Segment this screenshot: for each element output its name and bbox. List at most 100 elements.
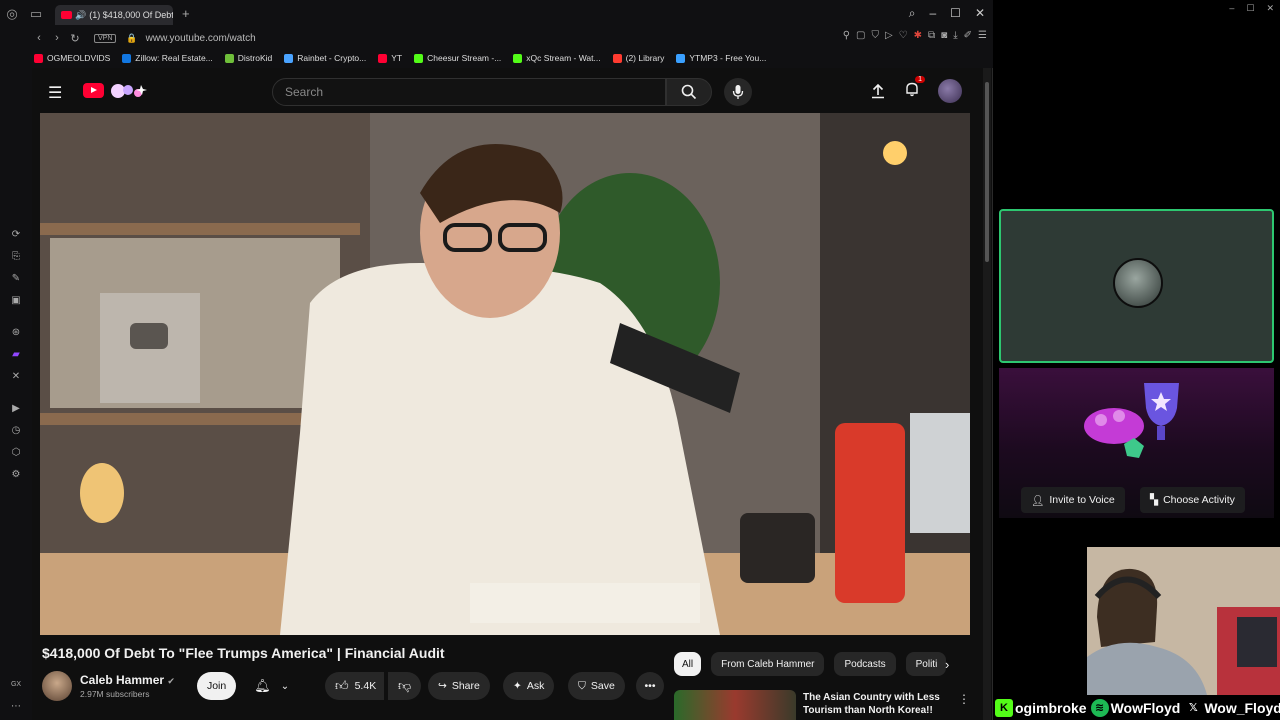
- clock-icon[interactable]: ◷: [9, 424, 23, 438]
- voice-participant-tile[interactable]: [999, 209, 1274, 363]
- x-logo-icon: 𝕏: [1184, 698, 1203, 717]
- bookmark-item[interactable]: YTMP3 - Free You...: [676, 53, 766, 63]
- voice-search-button[interactable]: [724, 78, 752, 106]
- upload-icon[interactable]: [870, 83, 886, 99]
- search-tabs-icon[interactable]: ⌕: [909, 6, 916, 21]
- extensions-icon[interactable]: ⬡: [9, 446, 23, 460]
- twitch-icon[interactable]: ▰: [9, 348, 23, 362]
- url-field[interactable]: www.youtube.com/watch: [146, 33, 256, 44]
- bookmark-favicon-icon: [414, 53, 424, 63]
- bookmark-label: OGMEOLDVIDS: [47, 53, 111, 63]
- related-chips: All From Caleb Hammer Podcasts Politi: [674, 652, 946, 676]
- page-scrollbar[interactable]: [983, 68, 991, 720]
- chatgpt-icon[interactable]: ⊛: [9, 326, 23, 340]
- dislike-button[interactable]: 👎︎: [388, 672, 422, 700]
- ai-icon[interactable]: ✐: [964, 30, 972, 41]
- pin-icon[interactable]: ⚲: [843, 30, 850, 41]
- tab-title: (1) $418,000 Of Debt T: [89, 10, 173, 20]
- play-icon[interactable]: ▷: [885, 30, 893, 41]
- bookmark-item[interactable]: (2) Library: [612, 53, 664, 63]
- chip-from-channel[interactable]: From Caleb Hammer: [711, 652, 825, 676]
- search-button[interactable]: [666, 78, 712, 106]
- clipboard-icon[interactable]: ⎘: [9, 250, 23, 264]
- settings-icon[interactable]: ⚙: [9, 468, 23, 482]
- subscription-bell-button[interactable]: 🔔︎ ⌄: [244, 672, 299, 700]
- opera-gx-logo-icon[interactable]: ◎: [0, 0, 24, 28]
- lock-icon[interactable]: 🔒: [126, 33, 137, 44]
- video-player[interactable]: [40, 113, 970, 635]
- history-icon[interactable]: ⟳: [9, 228, 23, 242]
- extension-red-icon[interactable]: ✱: [914, 30, 922, 41]
- notifications-button[interactable]: 1: [904, 75, 925, 102]
- scrollbar-thumb[interactable]: [985, 82, 989, 262]
- verified-icon: ✔: [167, 676, 175, 686]
- download-icon[interactable]: ⤓: [953, 30, 957, 41]
- vpn-badge[interactable]: VPN: [94, 33, 117, 43]
- gx-icon[interactable]: GX: [9, 678, 23, 692]
- puzzle-icon[interactable]: ⧉: [928, 30, 935, 41]
- participant-avatar: [1113, 258, 1163, 308]
- x-handle: 𝕏 Wow_Floyd1: [1184, 698, 1280, 717]
- forward-icon[interactable]: ›: [48, 32, 66, 44]
- channel-name[interactable]: Caleb Hammer ✔: [80, 673, 175, 687]
- account-avatar[interactable]: [938, 79, 962, 103]
- profile-icon[interactable]: ◙: [941, 30, 947, 41]
- chip-politics[interactable]: Politi: [905, 652, 946, 676]
- more-icon[interactable]: ⋯: [9, 700, 23, 714]
- menu-icon[interactable]: ☰: [978, 30, 987, 41]
- bookmark-item[interactable]: YT: [378, 53, 402, 63]
- shield-icon[interactable]: ⛉: [871, 30, 879, 41]
- minimize-icon[interactable]: –: [929, 6, 936, 21]
- bookmark-item[interactable]: xQc Stream - Wat...: [513, 53, 601, 63]
- tab-active[interactable]: 🔊 (1) $418,000 Of Debt T: [55, 5, 173, 25]
- invite-to-voice-button[interactable]: 👤︎ Invite to Voice: [1021, 487, 1125, 513]
- back-icon[interactable]: ‹: [30, 32, 48, 44]
- close-icon[interactable]: ✕: [1266, 3, 1274, 14]
- trophy-illustration-icon: [1084, 383, 1179, 458]
- snapshot-icon[interactable]: ▢: [856, 30, 865, 41]
- recommended-video[interactable]: The Asian Country with Less Tourism than…: [674, 690, 974, 720]
- more-vertical-icon[interactable]: ⋮: [958, 692, 970, 706]
- chip-all[interactable]: All: [674, 652, 702, 676]
- share-icon: ↪: [438, 680, 447, 692]
- youtube-logo-icon[interactable]: [83, 83, 104, 98]
- doodle-icon[interactable]: [108, 81, 148, 101]
- maximize-icon[interactable]: ☐: [950, 6, 961, 21]
- recommended-thumbnail[interactable]: [674, 690, 796, 720]
- channel-name-text[interactable]: Caleb Hammer: [80, 673, 164, 687]
- speaker-icon[interactable]: 🔊: [75, 10, 86, 21]
- close-icon[interactable]: ✕: [975, 6, 985, 21]
- heart-icon[interactable]: ♡: [899, 30, 908, 41]
- ask-button[interactable]: ✦ Ask: [503, 672, 555, 700]
- choose-activity-button[interactable]: ▚ Choose Activity: [1140, 487, 1245, 513]
- chip-podcasts[interactable]: Podcasts: [834, 652, 896, 676]
- thumbs-down-icon: 👎︎: [398, 678, 412, 693]
- join-button[interactable]: Join: [196, 672, 237, 700]
- hamburger-menu-icon[interactable]: ☰: [48, 83, 62, 103]
- tab-manager-icon[interactable]: ▭: [24, 0, 48, 28]
- recommended-title[interactable]: The Asian Country with Less Tourism than…: [803, 691, 953, 717]
- like-button[interactable]: 👍︎ 5.4K: [325, 672, 385, 700]
- notification-badge: 1: [915, 75, 925, 83]
- search-icon: [681, 84, 697, 100]
- new-tab-button[interactable]: +: [182, 6, 190, 21]
- messenger-icon[interactable]: ▣: [9, 294, 23, 308]
- channel-avatar[interactable]: [42, 671, 72, 701]
- x-icon[interactable]: ✕: [9, 370, 23, 384]
- player-icon[interactable]: ▶: [9, 402, 23, 416]
- search-input[interactable]: Search: [272, 78, 666, 106]
- bookmark-item[interactable]: Zillow: Real Estate...: [122, 53, 213, 63]
- reload-icon[interactable]: ↻: [66, 32, 84, 45]
- bookmark-item[interactable]: Rainbet - Crypto...: [284, 53, 366, 63]
- bookmark-item[interactable]: Cheesur Stream -...: [414, 53, 501, 63]
- minimize-icon[interactable]: –: [1229, 3, 1234, 14]
- maximize-icon[interactable]: ☐: [1246, 3, 1254, 14]
- save-button[interactable]: ⛉ Save: [568, 672, 625, 700]
- bookmark-favicon-icon: [513, 53, 523, 63]
- bookmark-item[interactable]: DistroKid: [224, 53, 272, 63]
- share-button[interactable]: ↪ Share: [428, 672, 490, 700]
- bookmark-item[interactable]: OGMEOLDVIDS: [34, 53, 110, 63]
- notes-icon[interactable]: ✎: [9, 272, 23, 286]
- more-actions-button[interactable]: •••: [636, 672, 664, 700]
- chevron-right-icon[interactable]: ›: [945, 657, 949, 672]
